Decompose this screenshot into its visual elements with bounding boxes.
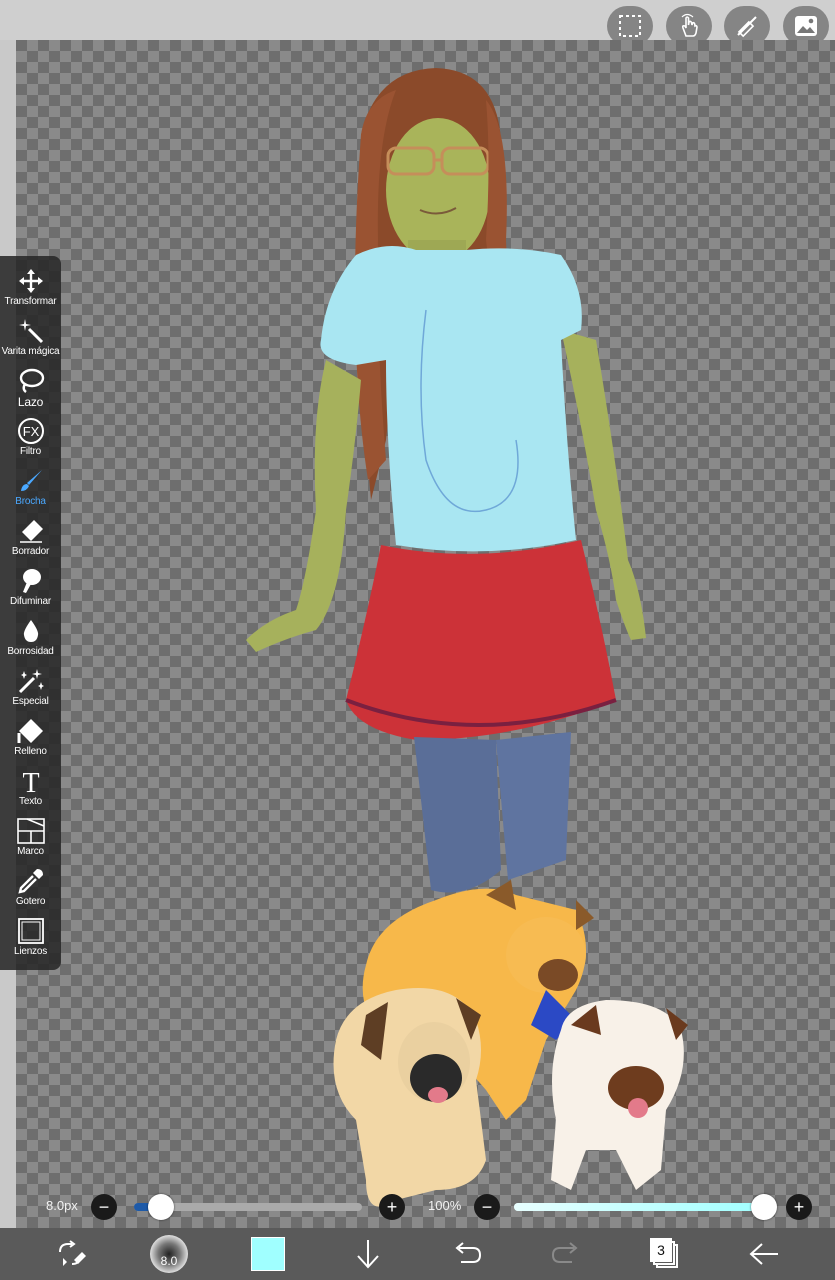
svg-text:T: T (22, 768, 39, 795)
tool-label: Marco (17, 846, 44, 857)
minus-icon: − (98, 1197, 110, 1217)
eyedropper-icon (17, 869, 43, 894)
canvas-icon (17, 918, 44, 944)
tool-label: Varita mágica (1, 346, 60, 357)
tool-canvas[interactable]: Lienzos (0, 914, 61, 964)
sparkle-wand-icon (18, 669, 44, 694)
bottom-action-bar: 8.0 3 (0, 1228, 835, 1280)
drop-icon (23, 620, 38, 642)
tool-palette: Transformar Varita mágica Lazo FX Filtro… (0, 256, 61, 970)
plus-icon: + (386, 1197, 398, 1217)
frame-icon (16, 818, 45, 844)
undo-button[interactable] (449, 1234, 485, 1274)
brush-size-value: 8.0px (46, 1198, 78, 1213)
back-button[interactable] (746, 1234, 782, 1274)
text-icon: T (22, 768, 39, 795)
tool-label: Filtro (19, 446, 42, 457)
selection-rect-icon (619, 15, 641, 37)
brush-size-decrease-button[interactable]: − (91, 1194, 117, 1220)
tool-label: Difuminar (10, 596, 51, 607)
tool-magic-wand[interactable]: Varita mágica (0, 314, 61, 364)
magic-wand-icon (18, 319, 43, 344)
brush-size-knob[interactable] (148, 1194, 175, 1220)
fx-icon: FX (17, 418, 44, 444)
swap-eraser-icon (59, 1240, 86, 1266)
opacity-fill (514, 1203, 764, 1211)
tool-label: Relleno (14, 746, 47, 757)
tool-label: Brocha (15, 496, 46, 507)
tool-text[interactable]: T Texto (0, 764, 61, 814)
hand-touch-icon (681, 13, 698, 37)
layers-icon: 3 (650, 1238, 680, 1270)
tool-label: Texto (19, 796, 42, 807)
brush-size-increase-button[interactable]: + (379, 1194, 405, 1220)
swap-tool-button[interactable] (50, 1234, 90, 1274)
tool-lasso[interactable]: Lazo (0, 364, 61, 414)
minus-icon: − (481, 1197, 493, 1217)
tool-blur[interactable]: Borrosidad (0, 614, 61, 664)
redo-button[interactable] (548, 1234, 584, 1274)
color-swatch-button[interactable] (249, 1234, 287, 1274)
plus-icon: + (793, 1197, 805, 1217)
tool-label: Especial (12, 696, 49, 707)
layers-button[interactable]: 3 (646, 1234, 684, 1274)
tool-frame[interactable]: Marco (0, 814, 61, 864)
ruler-pen-icon (737, 16, 757, 38)
fill-bucket-icon (17, 719, 43, 743)
lasso-icon (19, 368, 44, 393)
brush-preview-size: 8.0 (160, 1254, 178, 1268)
opacity-decrease-button[interactable]: − (474, 1194, 500, 1220)
opacity-knob[interactable] (751, 1194, 777, 1220)
tool-label: Borrosidad (7, 646, 54, 657)
tool-eyedropper[interactable]: Gotero (0, 864, 61, 914)
tool-label: Gotero (15, 896, 46, 907)
image-icon (795, 16, 817, 36)
undo-icon (455, 1242, 482, 1263)
tool-label: Lienzos (13, 946, 48, 957)
tool-eraser[interactable]: Borrador (0, 514, 61, 564)
tool-filter[interactable]: FX Filtro (0, 414, 61, 464)
current-color-swatch (251, 1237, 285, 1271)
svg-text:FX: FX (22, 424, 39, 439)
arrow-down-icon (357, 1240, 379, 1269)
slider-bar: 8.0px − + 100% − + (0, 1188, 835, 1228)
opacity-increase-button[interactable]: + (786, 1194, 812, 1220)
arrow-left-icon (749, 1243, 778, 1265)
brush-icon (20, 470, 42, 491)
brush-preview-button[interactable]: 8.0 (149, 1234, 189, 1274)
tool-transform[interactable]: Transformar (0, 264, 61, 314)
tool-brush[interactable]: Brocha (0, 464, 61, 514)
tool-label: Borrador (11, 546, 50, 557)
drawing-canvas[interactable] (16, 40, 835, 1228)
tool-fill[interactable]: Relleno (0, 714, 61, 764)
layer-count: 3 (650, 1238, 672, 1262)
brush-preview: 8.0 (150, 1235, 188, 1273)
opacity-value: 100% (428, 1198, 462, 1213)
artwork (246, 68, 688, 1207)
blur-finger-icon (22, 569, 41, 593)
tool-label: Lazo (17, 395, 44, 409)
tool-smudge[interactable]: Difuminar (0, 564, 61, 614)
redo-icon (551, 1242, 578, 1263)
download-button[interactable] (350, 1234, 386, 1274)
tool-label: Transformar (4, 296, 57, 307)
tool-special[interactable]: Especial (0, 664, 61, 714)
move-arrows-icon (18, 269, 43, 293)
eraser-icon (19, 520, 43, 543)
opacity-slider[interactable] (514, 1203, 764, 1211)
